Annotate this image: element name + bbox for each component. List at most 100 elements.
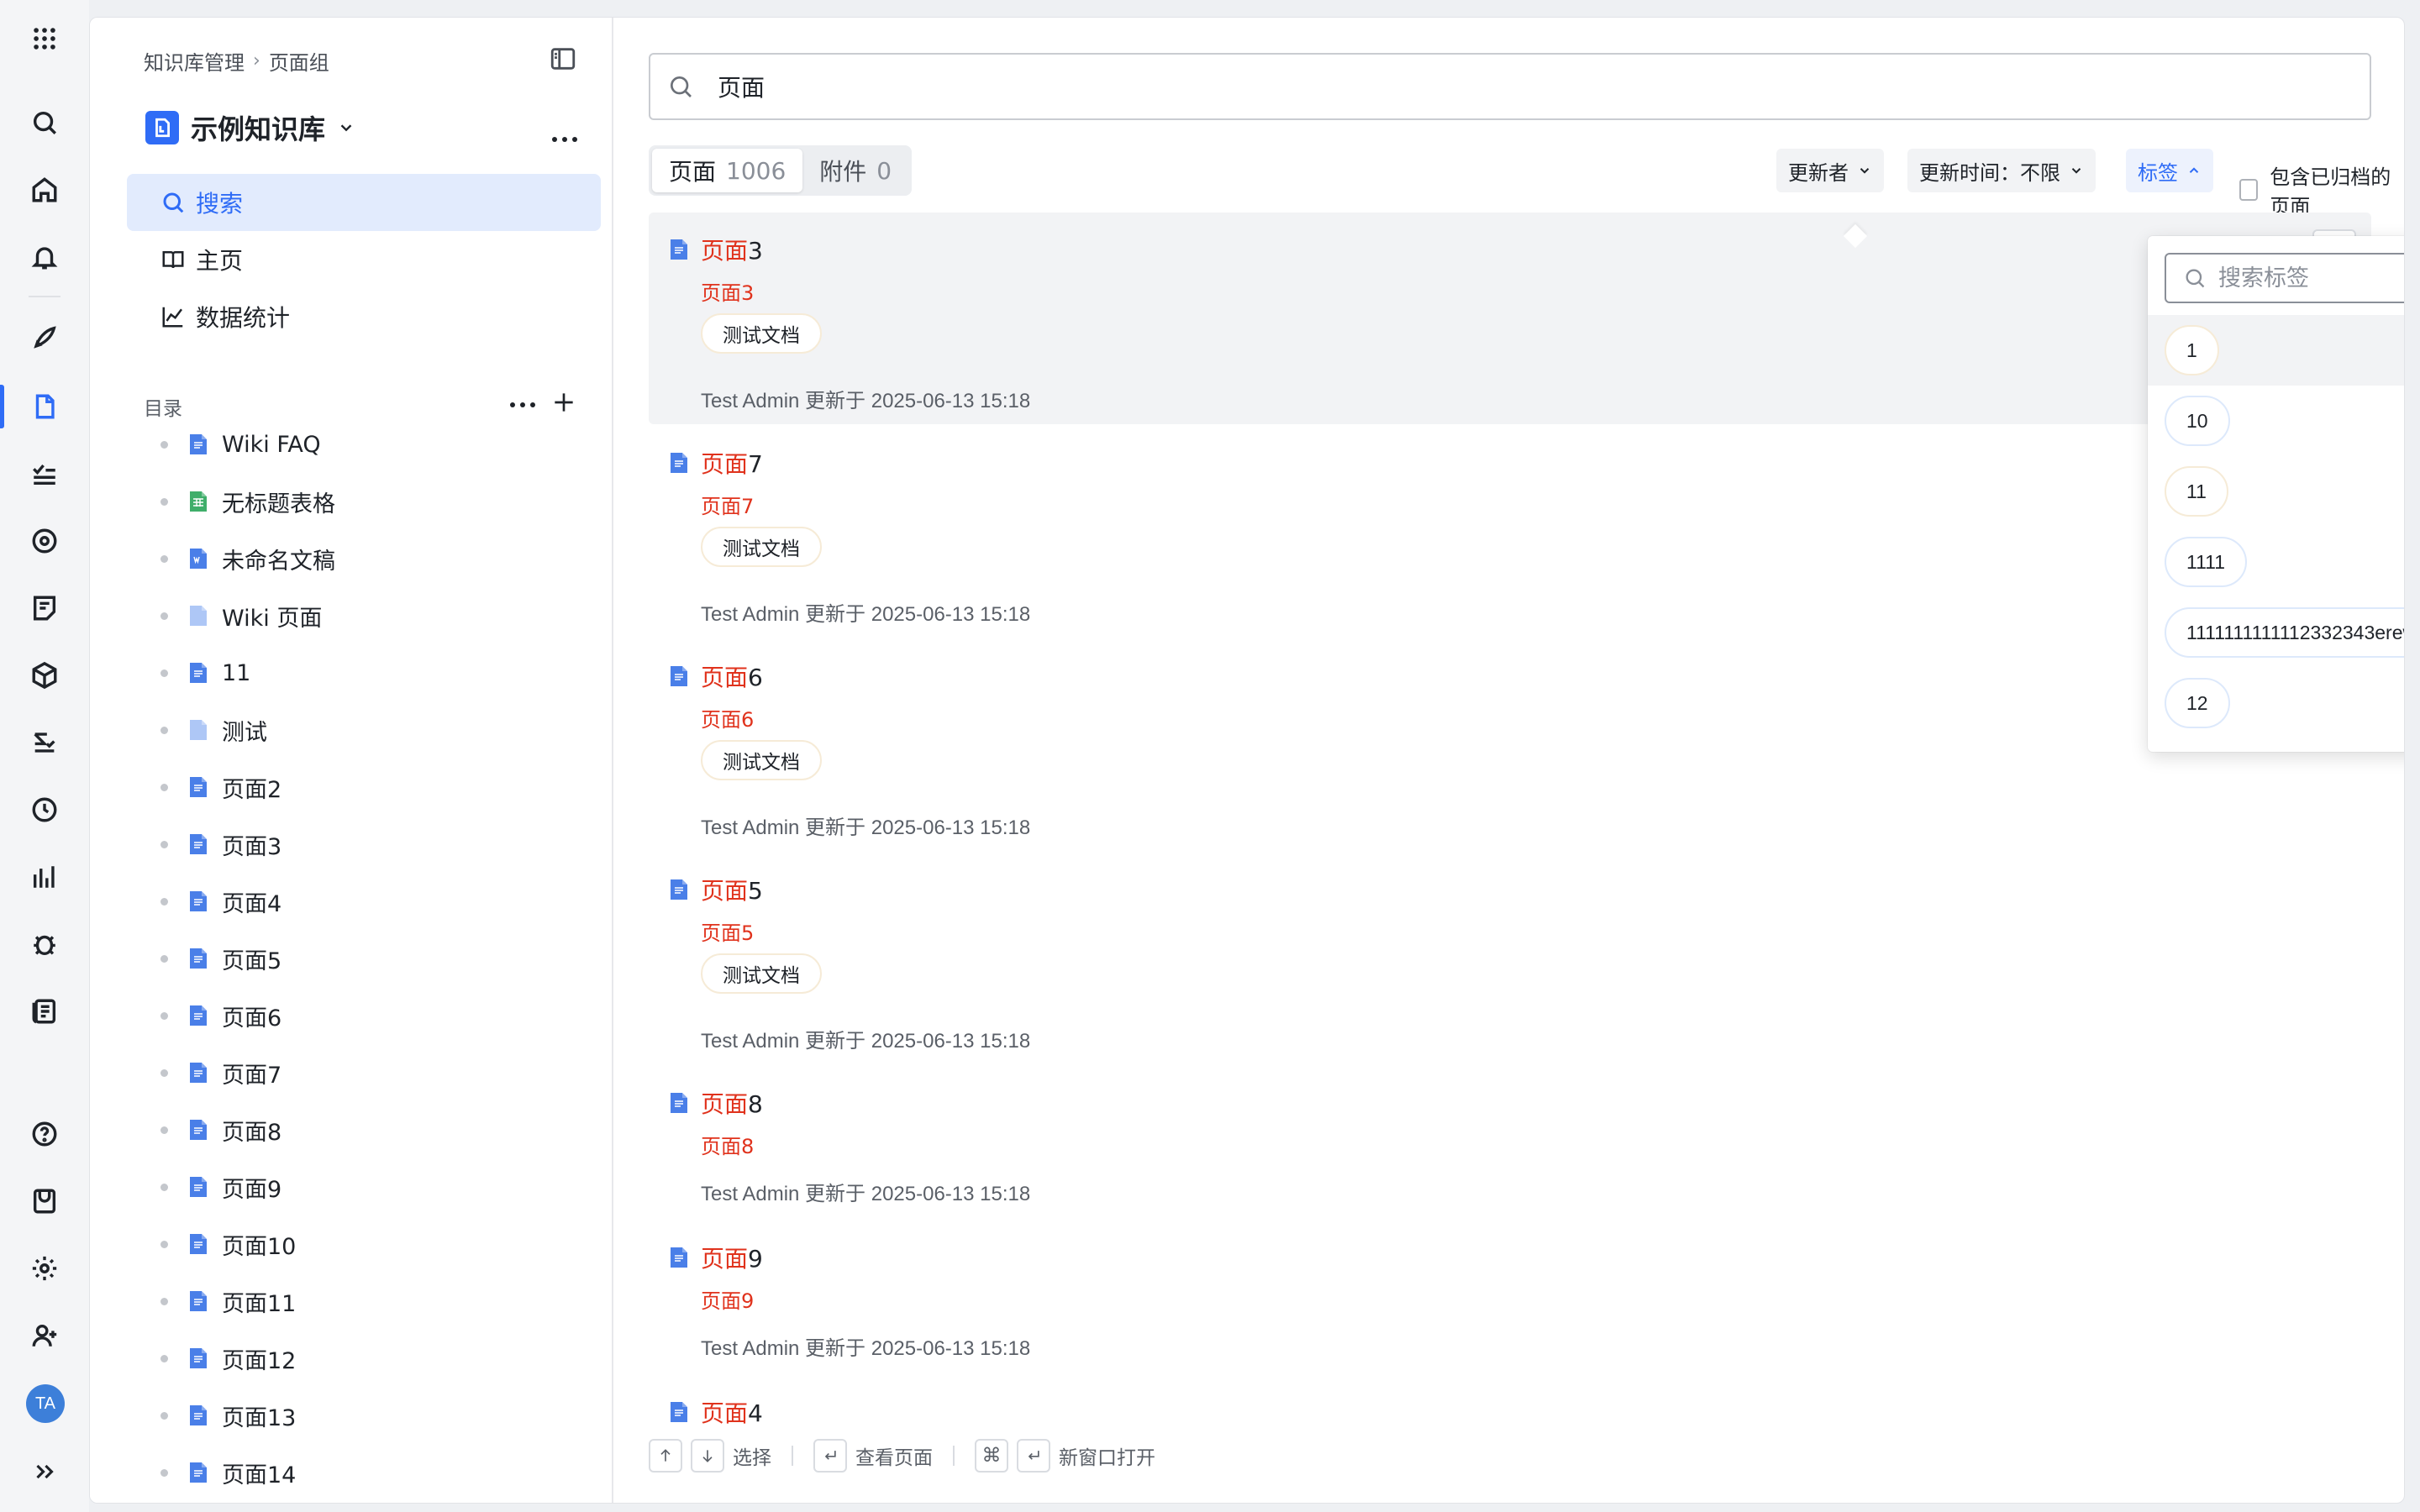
search-result[interactable]: 页面8 页面8 Test Admin 更新于 2025-06-13 15:18 — [649, 1066, 2371, 1219]
clock-icon[interactable] — [24, 790, 65, 830]
nav-statistics[interactable]: 数据统计 — [127, 288, 601, 345]
breadcrumb-item[interactable]: 知识库管理 — [144, 46, 245, 76]
rocket-icon[interactable] — [24, 318, 65, 358]
tag-search-input[interactable] — [2218, 265, 2404, 291]
tree-item[interactable]: 页面10 — [160, 1227, 296, 1261]
tree-item[interactable]: 页面14 — [160, 1456, 296, 1489]
search-result[interactable]: 页面7 页面7 测试文档 Test Admin 更新于 2025-06-13 15:1… — [649, 426, 2371, 638]
search-result[interactable]: 页面6 页面6 测试文档 Test Admin 更新于 2025-06-13 15:1… — [649, 639, 2371, 851]
nav-home[interactable]: 主页 — [127, 231, 601, 288]
apps-grid-icon[interactable] — [24, 18, 65, 59]
tree-item[interactable]: 页面9 — [160, 1170, 281, 1204]
document-icon — [188, 1118, 208, 1142]
tree-item-label: 页面14 — [222, 1462, 297, 1488]
book-icon — [162, 251, 184, 269]
tree-item[interactable]: 页面5 — [160, 942, 281, 975]
search-result[interactable]: 页面9 页面9 Test Admin 更新于 2025-06-13 15:18 — [649, 1221, 2371, 1373]
search-result[interactable]: 页面5 页面5 测试文档 Test Admin 更新于 2025-06-13 15:1… — [649, 853, 2371, 1064]
notes-icon[interactable] — [24, 588, 65, 628]
checklist-icon[interactable] — [24, 454, 65, 494]
result-tag[interactable]: 测试文档 — [701, 740, 822, 780]
help-icon[interactable] — [24, 1114, 65, 1154]
add-user-icon[interactable] — [24, 1315, 65, 1356]
tree-bullet — [160, 840, 168, 848]
result-title[interactable]: 页面7 — [669, 446, 763, 480]
kb-logo-icon — [145, 111, 179, 144]
avatar[interactable]: TA — [26, 1384, 65, 1423]
bell-icon[interactable] — [24, 237, 65, 277]
tree-item[interactable]: 页面13 — [160, 1399, 296, 1432]
result-title[interactable]: 页面4 — [669, 1395, 763, 1429]
home-icon[interactable] — [24, 170, 65, 210]
plus-icon[interactable] — [550, 389, 577, 416]
more-icon[interactable] — [508, 396, 537, 412]
result-meta: Test Admin 更新于 2025-06-13 15:18 — [701, 816, 1031, 839]
tag-option[interactable]: 12 — [2148, 668, 2404, 738]
tree-bullet — [160, 1011, 168, 1020]
tag-chip: 12 — [2165, 678, 2230, 728]
bar-chart-icon[interactable] — [24, 857, 65, 897]
tag-option[interactable]: 10 — [2148, 386, 2404, 456]
tab-pages[interactable]: 页面 1006 — [652, 149, 803, 192]
search-result[interactable]: 页面4 — [649, 1375, 2371, 1427]
todo-icon[interactable] — [24, 722, 65, 763]
tree-item[interactable]: Wiki 页面 — [160, 599, 322, 633]
tag-search-field[interactable] — [2165, 253, 2404, 303]
result-tag[interactable]: 测试文档 — [701, 313, 822, 354]
tree-item[interactable]: 页面6 — [160, 999, 281, 1032]
search-icon[interactable] — [24, 102, 65, 143]
tree-item[interactable]: 页面4 — [160, 885, 281, 918]
tag-filter[interactable]: 标签 — [2126, 149, 2213, 192]
tree-item-label: 测试 — [222, 719, 267, 746]
inbox-icon[interactable] — [24, 1181, 65, 1221]
result-title[interactable]: 页面8 — [669, 1086, 763, 1120]
tree-item[interactable]: 无标题表格 — [160, 485, 335, 518]
tree-item[interactable]: 页面8 — [160, 1113, 281, 1147]
result-title[interactable]: 页面6 — [669, 659, 763, 693]
search-content: 页面 页面 1006 附件 0 更新者 更新时间：不限 标签 包含已归档的页面 … — [613, 18, 2404, 1503]
bug-icon[interactable] — [24, 924, 65, 964]
result-title[interactable]: 页面9 — [669, 1241, 763, 1274]
tree-item[interactable]: 未命名文稿 — [160, 542, 335, 575]
result-type-tabs: 页面 1006 附件 0 — [649, 145, 913, 196]
result-tag[interactable]: 测试文档 — [701, 527, 822, 567]
tag-option[interactable]: 1111111111112332343erewdwfdsfdssdfds — [2148, 597, 2404, 668]
gear-icon[interactable] — [24, 1248, 65, 1289]
tree-item[interactable]: 11 — [160, 656, 250, 690]
tag-chip: 1111111111112332343erewdwfdsfdssdfds — [2165, 607, 2404, 658]
result-tag[interactable]: 测试文档 — [701, 953, 822, 994]
tree-item-label: 无标题表格 — [222, 491, 335, 517]
tag-option[interactable]: 1 — [2148, 315, 2404, 386]
rail-divider — [29, 296, 60, 297]
tab-attachments[interactable]: 附件 0 — [802, 149, 908, 192]
news-icon[interactable] — [24, 991, 65, 1032]
tab-label: 页面 — [669, 158, 717, 186]
nav-search[interactable]: 搜索 — [127, 174, 601, 231]
checkbox-box[interactable] — [2239, 179, 2259, 201]
updater-filter[interactable]: 更新者 — [1776, 149, 1884, 192]
compass-icon[interactable] — [24, 521, 65, 561]
sidebar-toggle-icon[interactable] — [549, 45, 577, 73]
tree-item[interactable]: Wiki FAQ — [160, 428, 321, 461]
tree-item[interactable]: 测试 — [160, 713, 267, 747]
tree-item[interactable]: 页面11 — [160, 1284, 296, 1318]
kb-switcher[interactable]: 示例知识库 — [145, 108, 355, 147]
tree-item[interactable]: 页面2 — [160, 770, 281, 804]
kb-more-icon[interactable] — [550, 130, 579, 147]
tag-option[interactable]: 11 — [2148, 456, 2404, 527]
breadcrumb-item[interactable]: 页面组 — [269, 46, 329, 76]
tree-item[interactable]: 页面12 — [160, 1341, 296, 1375]
cube-icon[interactable] — [24, 655, 65, 696]
update-time-filter[interactable]: 更新时间：不限 — [1907, 149, 2096, 192]
document-icon[interactable] — [24, 386, 65, 427]
result-title[interactable]: 页面5 — [669, 873, 763, 906]
search-input[interactable]: 页面 — [649, 53, 2371, 120]
include-archived-checkbox[interactable]: 包含已归档的页面 — [2239, 160, 2404, 219]
search-result[interactable]: 页面3 页面3 测试文档 Test Admin 更新于 2025-06-13 15:1… — [649, 213, 2371, 424]
expand-icon[interactable] — [24, 1452, 65, 1492]
tag-option[interactable]: 1111 — [2148, 527, 2404, 597]
tree-item[interactable]: 页面7 — [160, 1056, 281, 1089]
result-title[interactable]: 页面3 — [669, 233, 763, 266]
tree-item[interactable]: 页面3 — [160, 827, 281, 861]
tab-count: 0 — [876, 156, 892, 185]
